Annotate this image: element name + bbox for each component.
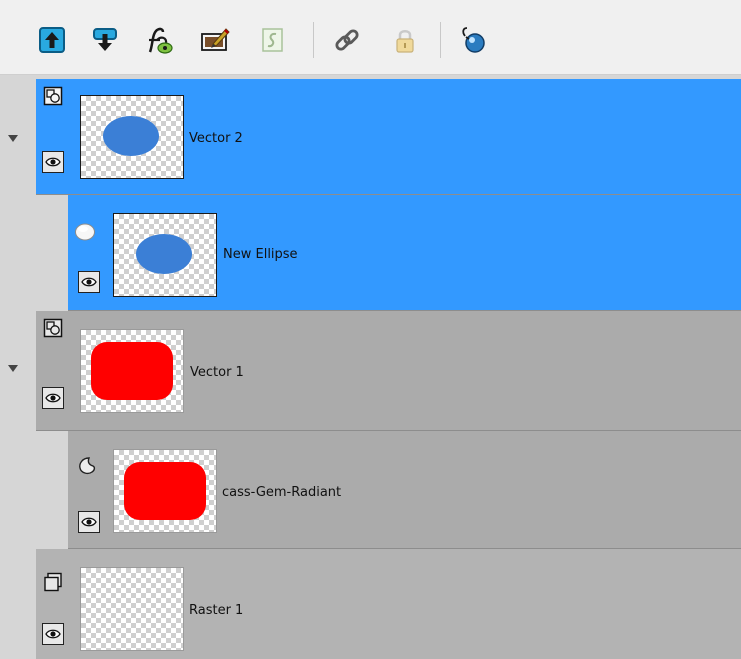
pin-icon (462, 27, 485, 53)
ellipse-object-icon (74, 221, 96, 243)
lock-button[interactable] (389, 24, 421, 56)
preset-shape-object-icon (76, 455, 98, 477)
layer-thumbnail (113, 449, 217, 533)
layer-name: Vector 2 (189, 131, 243, 146)
visibility-toggle-eye-icon[interactable] (78, 511, 100, 533)
layer-name: Vector 1 (190, 365, 244, 380)
visibility-toggle-eye-icon[interactable] (42, 623, 64, 645)
layer-row-vector-1[interactable]: Vector 1 (36, 311, 741, 431)
move-layer-up-icon (39, 27, 65, 53)
layer-effects-icon (148, 27, 173, 54)
toolbar-separator (440, 22, 441, 58)
expand-collapse-arrow-icon[interactable] (8, 365, 18, 372)
layers-panel: Vector 2 New Ellipse Vector 1 cass-Gem-R… (0, 75, 741, 659)
move-layer-down-button[interactable] (89, 24, 121, 56)
visibility-toggle-eye-icon[interactable] (42, 387, 64, 409)
vector-layer-type-icon (42, 317, 64, 339)
pin-button[interactable] (457, 24, 489, 56)
expand-collapse-arrow-icon[interactable] (8, 135, 18, 142)
layer-name: cass-Gem-Radiant (222, 485, 342, 500)
layer-thumbnail (80, 329, 184, 413)
layer-row-new-ellipse[interactable]: New Ellipse (68, 195, 741, 311)
visibility-toggle-eye-icon[interactable] (78, 271, 100, 293)
link-icon (335, 29, 359, 51)
layer-row-cass-gem-radiant[interactable]: cass-Gem-Radiant (68, 431, 741, 549)
layer-row-raster-1[interactable]: Raster 1 (36, 549, 741, 659)
script-icon (262, 28, 283, 52)
layer-effects-button[interactable] (143, 24, 175, 56)
visibility-toggle-eye-icon[interactable] (42, 151, 64, 173)
layers-toolbar (0, 0, 741, 75)
lock-icon (396, 30, 414, 53)
link-button[interactable] (331, 24, 363, 56)
layer-row-vector-2[interactable]: Vector 2 (36, 79, 741, 195)
layer-name: Raster 1 (189, 603, 244, 618)
move-layer-down-icon (93, 28, 117, 51)
layer-thumbnail (113, 213, 217, 297)
toolbar-separator (313, 22, 314, 58)
layer-thumbnail (80, 95, 184, 179)
script-button[interactable] (256, 24, 288, 56)
layer-thumbnail (80, 567, 184, 651)
edit-layer-icon (201, 28, 230, 51)
edit-layer-button[interactable] (199, 24, 231, 56)
raster-layer-type-icon (42, 571, 64, 593)
move-layer-up-button[interactable] (36, 24, 68, 56)
layer-name: New Ellipse (223, 247, 298, 262)
vector-layer-type-icon (42, 85, 64, 107)
